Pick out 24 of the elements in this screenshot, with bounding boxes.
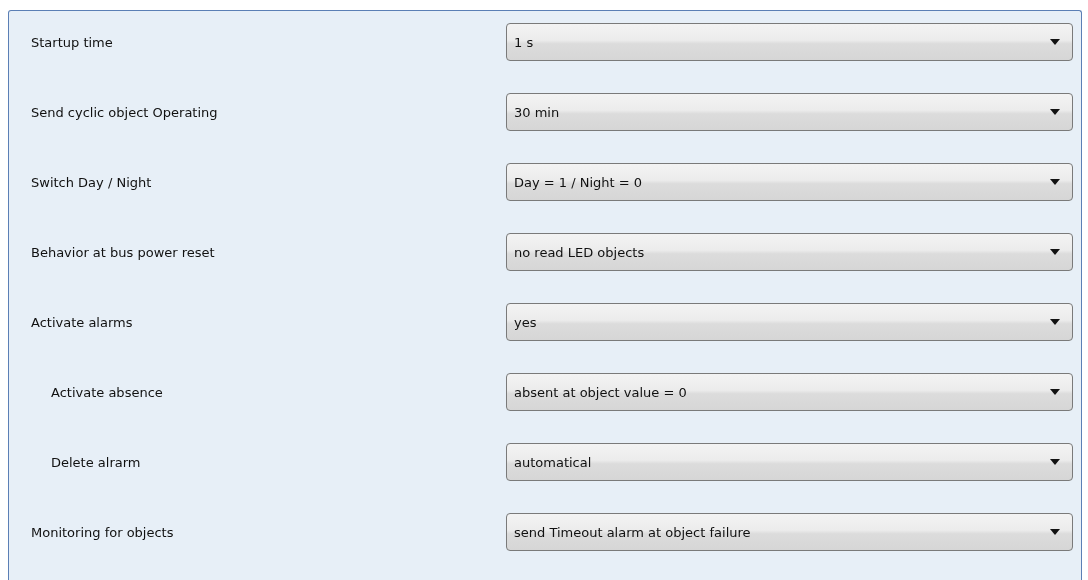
parameter-label: Send cyclic object Operating: [31, 104, 219, 120]
parameter-label: Startup time: [31, 34, 114, 50]
dropdown[interactable]: 30 min: [506, 93, 1073, 131]
parameter-label: Activate alarms: [31, 314, 134, 330]
parameter-label: Delete alrarm: [50, 454, 142, 470]
caret-icon: [1050, 179, 1060, 185]
dropdown[interactable]: yes: [506, 303, 1073, 341]
dropdown[interactable]: automatical: [506, 443, 1073, 481]
caret-icon: [1050, 319, 1060, 325]
dropdown[interactable]: absent at object value = 0: [506, 373, 1073, 411]
caret-icon: [1050, 529, 1060, 535]
caret-icon: [1050, 39, 1060, 45]
parameter-label: Behavior at bus power reset: [31, 244, 216, 260]
parameter-label: Activate absence: [50, 384, 164, 400]
caret-icon: [1050, 109, 1060, 115]
dropdown[interactable]: no read LED objects: [506, 233, 1073, 271]
caret-icon: [1050, 249, 1060, 255]
caret-icon: [1050, 459, 1060, 465]
parameter-label: Switch Day / Night: [31, 174, 153, 190]
caret-icon: [1050, 389, 1060, 395]
dropdown[interactable]: send Timeout alarm at object failure: [506, 513, 1073, 551]
dropdown[interactable]: Day = 1 / Night = 0: [506, 163, 1073, 201]
dropdown[interactable]: 1 s: [506, 23, 1073, 61]
parameter-label: Monitoring for objects: [31, 524, 175, 540]
